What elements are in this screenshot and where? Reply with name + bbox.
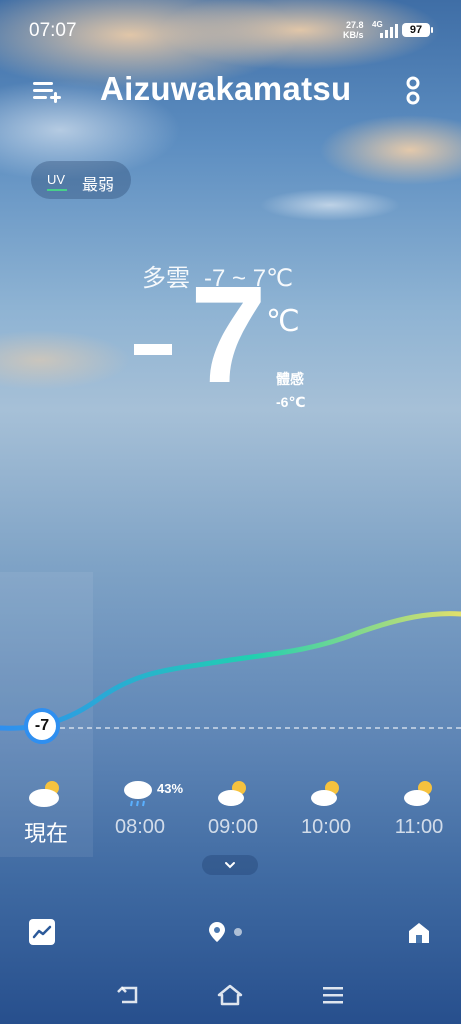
hourly-time: 10:00 [300, 816, 352, 838]
current-temp-marker: -7 [24, 708, 60, 744]
uv-label: UV [47, 172, 66, 187]
chevron-down-icon [225, 862, 235, 869]
bottom-toolbar [0, 905, 461, 955]
hourly-item[interactable]: 10:00 [286, 778, 366, 839]
hourly-time: 11:00 [394, 816, 444, 838]
partly-cloudy-icon [286, 778, 366, 808]
hourly-time: 現在 [23, 821, 68, 846]
network-speed-value: 27.8 [345, 20, 364, 30]
city-name[interactable]: Aizuwakamatsu [100, 70, 351, 108]
system-navigation-bar [0, 975, 461, 1020]
hourly-item[interactable]: 11:00 [379, 778, 459, 839]
home-nav-icon[interactable] [216, 983, 244, 1012]
temperature-curve [0, 611, 461, 731]
feels-like: 體感 -6℃ [276, 368, 305, 414]
temp-digit: 7 [190, 258, 267, 412]
status-bar: 07:07 27.8 KB/s 4G 97 [0, 0, 461, 60]
app-header: Aizuwakamatsu [0, 62, 461, 118]
page-indicator-dot [234, 928, 242, 936]
hourly-item[interactable]: 現在 [6, 778, 86, 848]
uv-value: 最弱 [82, 177, 115, 194]
partly-cloudy-icon [6, 778, 86, 808]
signal-icon [380, 24, 398, 38]
hourly-temperature-chart [0, 611, 461, 731]
status-time: 07:07 [29, 20, 77, 41]
more-options-icon[interactable] [400, 74, 426, 108]
battery-indicator: 97 [402, 23, 433, 37]
temp-unit: ℃ [266, 305, 300, 338]
partly-cloudy-icon [379, 778, 459, 808]
network-speed: 27.8 KB/s [343, 20, 364, 40]
partly-cloudy-icon [193, 778, 273, 808]
network-speed-unit: KB/s [343, 30, 364, 40]
uv-level-bar [47, 189, 67, 191]
recent-apps-icon[interactable] [321, 983, 345, 1012]
trend-chart-icon[interactable] [29, 919, 55, 945]
expand-forecast-button[interactable] [202, 855, 258, 875]
feels-like-label: 體感 [276, 371, 304, 387]
hourly-item[interactable]: 09:00 [193, 778, 273, 839]
home-icon[interactable] [405, 919, 433, 947]
hourly-time: 08:00 [114, 816, 166, 838]
feels-like-value: -6℃ [276, 394, 306, 410]
city-list-add-icon[interactable] [30, 76, 64, 106]
hourly-time: 09:00 [207, 816, 259, 838]
location-pin-icon[interactable] [209, 922, 225, 942]
back-icon[interactable] [116, 983, 142, 1012]
precipitation-chance: 43% [157, 781, 184, 796]
uv-index-chip[interactable]: UV 最弱 [31, 161, 131, 199]
temp-minus-sign [134, 344, 172, 355]
